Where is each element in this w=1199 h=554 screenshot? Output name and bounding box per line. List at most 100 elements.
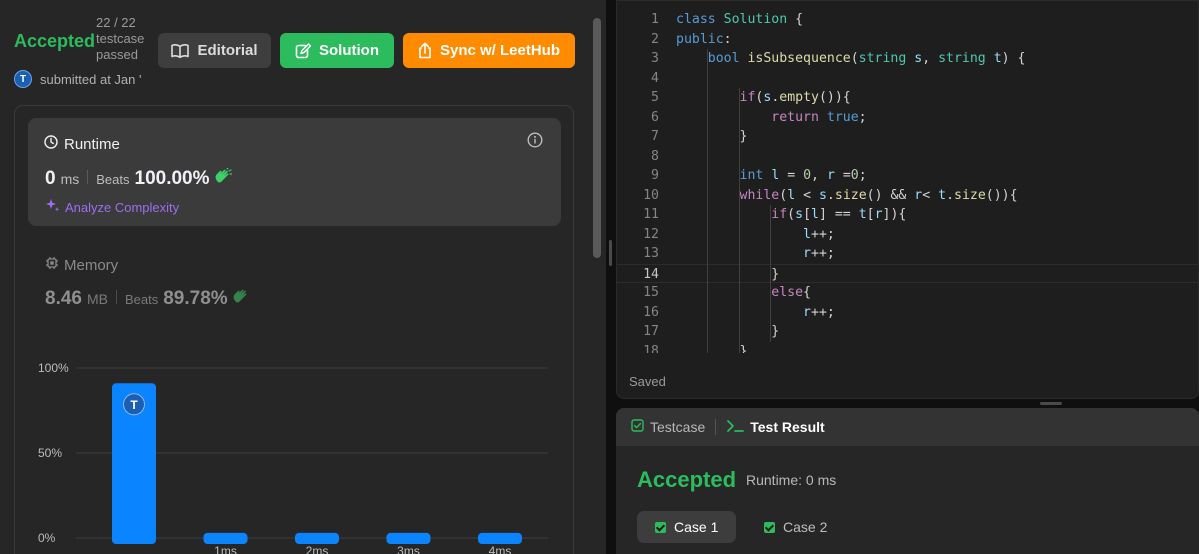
code-line[interactable]: 6 return true; <box>617 108 1198 128</box>
solution-button[interactable]: Solution <box>280 33 394 68</box>
line-number: 15 <box>643 285 659 300</box>
edit-icon <box>295 42 311 59</box>
runtime-label: Runtime <box>44 135 120 153</box>
code-line[interactable]: 9 int l = 0, r =0; <box>617 166 1198 186</box>
code-text: int l = 0, r =0; <box>739 168 867 183</box>
x-tick-label: 1ms <box>214 544 237 554</box>
code-editor[interactable]: 1 class Solution {2 public: 3 bool isSubseq… <box>616 0 1199 399</box>
leetcode-workspace: Accepted 22 / 22 testcase passed T submi… <box>0 0 1199 554</box>
chart-bar <box>295 532 339 544</box>
tab-test-result[interactable]: Test Result <box>716 419 825 436</box>
case-2-label: Case 2 <box>783 519 828 535</box>
result-runtime: Runtime: 0 ms <box>746 472 837 488</box>
case-2-button[interactable]: Case 2 <box>746 511 845 543</box>
runtime-value: 0 <box>45 168 56 189</box>
code-line[interactable]: 10 while(l < s.size() && r< t.size()){ <box>617 186 1198 206</box>
info-icon[interactable] <box>527 132 543 153</box>
code-area[interactable]: 1 class Solution {2 public: 3 bool isSubseq… <box>617 10 1198 354</box>
line-number: 4 <box>651 70 659 86</box>
indent-guide <box>739 88 740 353</box>
horizontal-splitter-handle[interactable] <box>1040 402 1062 405</box>
passed-word: passed <box>96 47 138 62</box>
case-1-button[interactable]: Case 1 <box>637 511 737 543</box>
runtime-stats: 0 ms Beats 100.00% <box>45 167 233 190</box>
tab-testcase[interactable]: Testcase <box>616 419 705 435</box>
runtime-beats-label: Beats <box>96 172 130 187</box>
editorial-label: Editorial <box>197 42 258 59</box>
line-number: 6 <box>651 109 659 125</box>
analyze-label: Analyze Complexity <box>65 199 180 215</box>
line-number: 17 <box>643 324 659 339</box>
code-line[interactable]: 2 public: <box>617 30 1198 50</box>
code-line[interactable]: 16 r++; <box>617 303 1198 323</box>
code-line[interactable]: 15 else{ <box>617 283 1198 303</box>
line-number: 12 <box>643 226 659 242</box>
x-tick-label: 3ms <box>397 544 420 554</box>
saved-status: Saved <box>629 374 666 389</box>
chart-bar <box>386 532 431 544</box>
runtime-card[interactable]: Runtime 0 ms Beats 100.00% Analyze Compl… <box>28 118 561 226</box>
code-text: l++; <box>803 226 835 242</box>
runtime-unit: ms <box>60 171 80 187</box>
case-1-label: Case 1 <box>674 519 719 535</box>
panel-splitter[interactable] <box>606 0 616 554</box>
code-text: } <box>676 266 780 282</box>
tab-result-label: Test Result <box>750 419 825 435</box>
memory-stats: 8.46 MB Beats 89.78% <box>45 288 250 310</box>
runtime-beats-value: 100.00% <box>134 168 210 189</box>
code-text: r++; <box>803 246 835 261</box>
code-line[interactable]: 17 } <box>617 322 1198 342</box>
code-line[interactable]: 3 bool isSubsequence(string s, string t)… <box>617 49 1198 69</box>
y-tick-label: 0% <box>38 531 56 545</box>
submission-panel: Accepted 22 / 22 testcase passed T submi… <box>0 0 606 554</box>
line-number: 14 <box>643 266 659 282</box>
code-line[interactable]: 7 } <box>617 127 1198 147</box>
analyze-complexity-link[interactable]: Analyze Complexity <box>45 198 179 216</box>
submitted-at: submitted at Jan ' <box>40 72 142 87</box>
code-text: } <box>676 324 780 339</box>
code-line[interactable]: 12 l++; <box>617 225 1198 245</box>
submission-status: Accepted <box>14 31 96 51</box>
testcase-summary: 22 / 22 testcase passed <box>96 15 156 63</box>
x-tick-label: 2ms <box>306 544 329 554</box>
chart-bar <box>478 532 522 544</box>
code-text: else{ <box>771 285 811 300</box>
code-line[interactable]: 4 <box>617 69 1198 89</box>
code-line[interactable]: 8 <box>617 147 1198 167</box>
line-number: 8 <box>651 148 659 164</box>
sync-leethub-button[interactable]: Sync w/ LeetHub <box>403 33 575 68</box>
memory-tab[interactable]: Memory <box>45 256 118 274</box>
code-text: public: <box>676 31 732 47</box>
code-line[interactable]: 11 if(s[l] == t[r]){ <box>617 205 1198 225</box>
editorial-button[interactable]: Editorial <box>158 33 271 68</box>
bar-avatar-initial: T <box>130 398 138 412</box>
divider <box>87 170 89 184</box>
check-icon <box>655 521 666 533</box>
testcase-count: 22 / 22 <box>96 15 136 30</box>
result-tabbar: Testcase Test Result <box>616 408 1199 446</box>
code-text: if(s.empty()){ <box>739 90 851 105</box>
splitter-handle[interactable] <box>609 240 612 266</box>
memory-unit: MB <box>86 291 108 307</box>
indent-guide <box>770 205 771 342</box>
avatar[interactable]: T <box>14 70 32 88</box>
line-number: 16 <box>643 304 659 320</box>
code-text: return true; <box>771 109 867 125</box>
tab-testcase-label: Testcase <box>650 419 706 435</box>
code-text: bool isSubsequence(string s, string t) { <box>707 51 1026 66</box>
code-text: } <box>676 343 748 354</box>
test-result-panel: Testcase Test Result Accepted Runtime: 0… <box>616 408 1199 554</box>
clap-icon <box>232 288 250 309</box>
code-line[interactable]: 5 if(s.empty()){ <box>617 88 1198 108</box>
divider <box>115 290 117 304</box>
code-line[interactable]: 18 } <box>617 342 1198 354</box>
code-line[interactable]: 14 } <box>617 263 1198 283</box>
code-line[interactable]: 13 r++; <box>617 244 1198 264</box>
checkbox-icon <box>631 419 644 435</box>
code-text: if(s[l] == t[r]){ <box>771 207 907 222</box>
line-number: 5 <box>651 90 659 105</box>
line-number: 18 <box>643 343 659 354</box>
scrollbar-thumb[interactable] <box>593 18 601 258</box>
code-line[interactable]: 1 class Solution { <box>617 10 1198 30</box>
chart-bar <box>203 532 248 544</box>
